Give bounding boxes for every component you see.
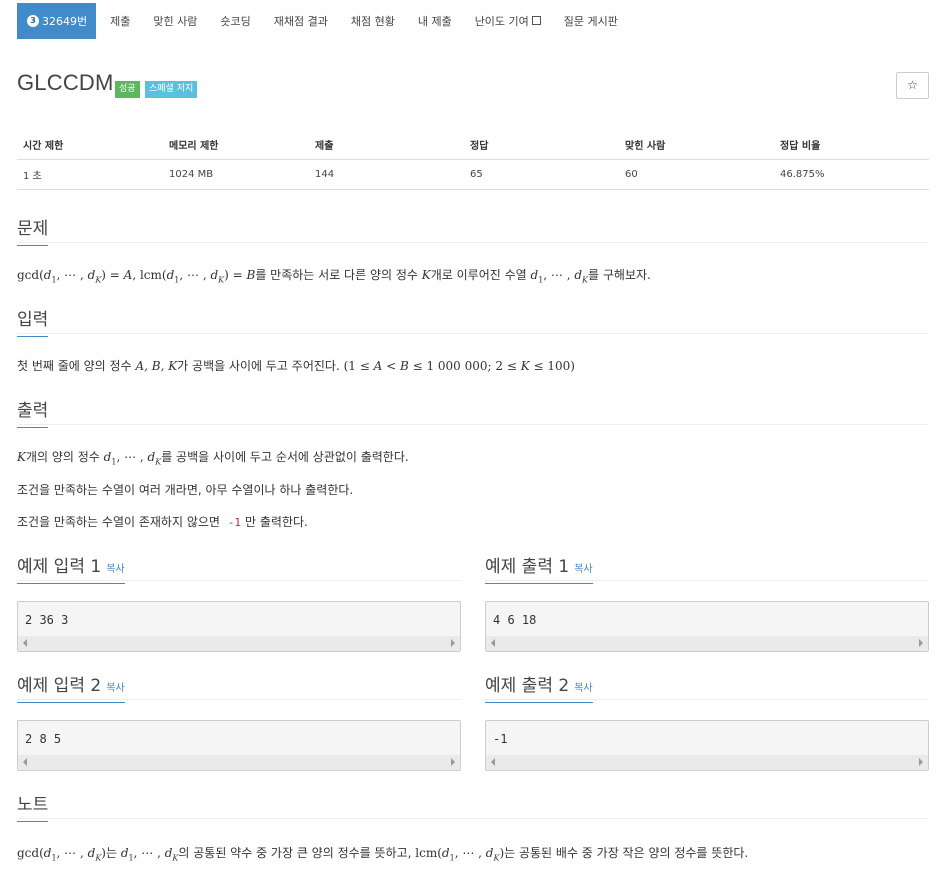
inline-code: -1 (227, 516, 242, 529)
output-description-1: K개의 양의 정수 d1, ⋯ , dK를 공백을 사이에 두고 순서에 상관없… (17, 450, 409, 467)
input-text-1: 첫 번째 줄에 양의 정수 (17, 359, 132, 373)
submissions-value: 144 (315, 169, 335, 180)
input-description: 첫 번째 줄에 양의 정수 A, B, K가 공백을 사이에 두고 주어진다. … (17, 359, 575, 373)
tab-my-submissions[interactable]: 내 제출 (404, 3, 461, 39)
problem-nav: 3 32649번 제출 맞힌 사람 숏코딩 재채점 결과 채점 현황 내 제출 … (17, 3, 627, 39)
note-text-3: 는 공통된 배수 중 가장 작은 양의 정수를 뜻한다. (504, 846, 749, 860)
tab-solved-users[interactable]: 맞힌 사람 (139, 3, 206, 39)
horizontal-scrollbar[interactable] (486, 755, 928, 770)
tab-problem[interactable]: 3 32649번 (17, 3, 97, 39)
header-solved-users: 맞힌 사람 (625, 141, 666, 152)
sample-output-1-box[interactable]: 4 6 18 (485, 601, 929, 652)
problem-text-1: 를 만족하는 서로 다른 양의 정수 (255, 268, 418, 282)
header-submissions: 제출 (315, 141, 334, 152)
header-accept-ratio: 정답 비율 (780, 141, 821, 152)
scroll-left-icon[interactable] (491, 758, 495, 766)
sample-output-1-title: 예제 출력 1 (485, 557, 570, 577)
sample-input-1-box[interactable]: 2 36 3 (17, 601, 461, 652)
tab-rejudge[interactable]: 재채점 결과 (260, 3, 337, 39)
special-judge-badge: 스페셜 저지 (145, 81, 198, 98)
sample-output-2-text: -1 (493, 732, 508, 746)
tab-board[interactable]: 질문 게시판 (550, 3, 627, 39)
scroll-right-icon[interactable] (451, 758, 455, 766)
tab-difficulty-vote[interactable]: 난이도 기여 (461, 3, 550, 39)
tab-short-coding[interactable]: 숏코딩 (206, 3, 259, 39)
scroll-right-icon[interactable] (451, 639, 455, 647)
divider (17, 699, 461, 700)
header-accepted: 정답 (470, 141, 489, 152)
divider (17, 818, 929, 819)
copy-button[interactable]: 복사 (106, 683, 124, 694)
tab-status[interactable]: 채점 현황 (337, 3, 404, 39)
tab-submit[interactable]: 제출 (96, 3, 139, 39)
scroll-right-icon[interactable] (919, 639, 923, 647)
output-text-3a: 조건을 만족하는 수열이 존재하지 않으면 (17, 515, 220, 529)
problem-title: GLCCDM (17, 70, 114, 95)
copy-button[interactable]: 복사 (106, 564, 124, 575)
copy-button[interactable]: 복사 (574, 683, 592, 694)
note-text-2: 의 공통된 약수 중 가장 큰 양의 정수를 뜻하고, (178, 846, 412, 860)
horizontal-scrollbar[interactable] (18, 755, 460, 770)
solved-users-value: 60 (625, 169, 638, 180)
divider (17, 333, 929, 334)
note-text-1: 는 (105, 846, 118, 860)
table-row: 1 초 1024 MB 144 65 60 46.875% (17, 160, 929, 190)
output-text-3b: 만 출력한다. (245, 515, 308, 529)
table-header-row: 시간 제한 메모리 제한 제출 정답 맞힌 사람 정답 비율 (17, 130, 929, 160)
memory-limit-value: 1024 MB (169, 169, 214, 180)
header-time-limit: 시간 제한 (23, 141, 64, 152)
difficulty-vote-label: 난이도 기여 (474, 15, 529, 28)
divider (485, 699, 929, 700)
problem-text-3: 를 구해보자. (588, 268, 651, 282)
output-description-3: 조건을 만족하는 수열이 존재하지 않으면 -1 만 출력한다. (17, 513, 308, 530)
divider (17, 242, 929, 243)
sample-input-2-box[interactable]: 2 8 5 (17, 720, 461, 771)
divider (17, 580, 461, 581)
accepted-value: 65 (470, 169, 483, 180)
note-description: gcd(d1, ⋯ , dK)는 d1, ⋯ , dK의 공통된 약수 중 가장… (17, 846, 749, 863)
favorite-star-button[interactable]: ☆ (896, 72, 929, 99)
sample-output-2-box[interactable]: -1 (485, 720, 929, 771)
copy-button[interactable]: 복사 (574, 564, 592, 575)
external-link-icon (531, 15, 541, 25)
sample-input-2-title: 예제 입력 2 (17, 676, 102, 696)
divider (17, 424, 929, 425)
scroll-left-icon[interactable] (23, 758, 27, 766)
accept-ratio-value: 46.875% (780, 169, 825, 180)
scroll-right-icon[interactable] (919, 758, 923, 766)
sample-input-1-title: 예제 입력 1 (17, 557, 102, 577)
input-text-2: 가 공백을 사이에 두고 주어진다. (177, 359, 340, 373)
sample-input-2-text: 2 8 5 (25, 732, 62, 746)
output-text-2: 를 공백을 사이에 두고 순서에 상관없이 출력한다. (161, 450, 409, 464)
problem-id: 32649번 (42, 15, 88, 28)
horizontal-scrollbar[interactable] (18, 636, 460, 651)
output-description-2: 조건을 만족하는 수열이 여러 개라면, 아무 수열이나 하나 출력한다. (17, 483, 354, 497)
horizontal-scrollbar[interactable] (486, 636, 928, 651)
problem-text-2: 개로 이루어진 수열 (430, 268, 527, 282)
sample-output-1-text: 4 6 18 (493, 613, 537, 627)
star-icon: ☆ (907, 78, 918, 92)
divider (485, 580, 929, 581)
time-limit-value: 1 초 (23, 171, 42, 182)
problem-description: gcd(d1, ⋯ , dK) = A, lcm(d1, ⋯ , dK) = B… (17, 268, 651, 285)
header-memory-limit: 메모리 제한 (169, 141, 219, 152)
status-badge-success: 성공 (115, 81, 140, 98)
sample-input-1-text: 2 36 3 (25, 613, 69, 627)
problem-info-table: 시간 제한 메모리 제한 제출 정답 맞힌 사람 정답 비율 1 초 1024 … (17, 130, 929, 190)
scroll-left-icon[interactable] (23, 639, 27, 647)
problem-tier-badge: 3 (27, 15, 39, 27)
sample-output-2-title: 예제 출력 2 (485, 676, 570, 696)
scroll-left-icon[interactable] (491, 639, 495, 647)
output-text-1: 개의 양의 정수 (25, 450, 100, 464)
